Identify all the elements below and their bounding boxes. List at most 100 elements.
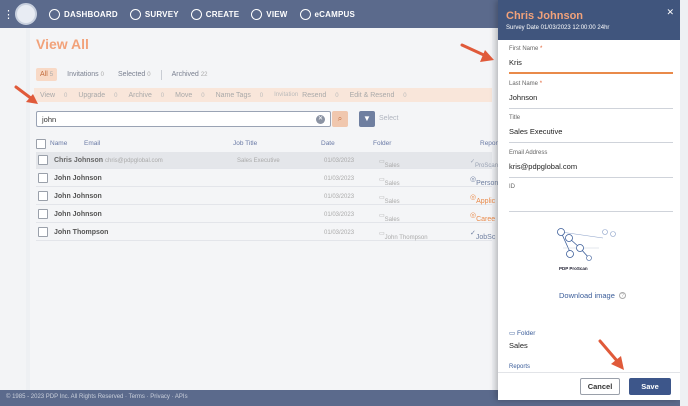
nav-dashboard[interactable]: DASHBOARD (49, 8, 118, 20)
filter-button[interactable]: ▼ (359, 111, 375, 127)
table-row[interactable]: John Johnson 01/03/2023 ▭ Sales ◎ Caree (36, 206, 495, 223)
clear-search-icon[interactable]: ✕ (316, 115, 325, 124)
tab-all-count: 5 (49, 72, 54, 78)
help-icon[interactable]: ? (619, 292, 626, 299)
folder-value[interactable]: Sales (509, 341, 528, 350)
header-date[interactable]: Date (321, 140, 335, 147)
row-checkbox[interactable] (38, 227, 48, 237)
action-edit-resend-label: Edit & Resend (349, 91, 395, 99)
action-move[interactable]: Move 0 (175, 92, 208, 99)
action-name-tags-label: Name Tags (215, 91, 251, 99)
row-report[interactable]: ◎ Applic (470, 193, 495, 205)
row-folder: ▭ Sales (379, 213, 400, 223)
nav-dashboard-label: DASHBOARD (64, 9, 118, 19)
header-folder[interactable]: Folder (373, 140, 391, 147)
select-all-checkbox[interactable] (36, 139, 46, 149)
row-email: chris@pdpglobal.com (105, 158, 163, 164)
cancel-button[interactable]: Cancel (580, 378, 620, 395)
row-report-name: JobSc (475, 234, 496, 241)
row-checkbox[interactable] (38, 155, 48, 165)
tab-all[interactable]: All 5 (36, 68, 58, 81)
row-name: Chris Johnson (54, 157, 104, 164)
menu-icon[interactable]: ⋮ (3, 8, 14, 21)
tab-invitations[interactable]: Invitations 0 (63, 68, 108, 81)
table-row[interactable]: John Thompson 01/03/2023 ▭ John Thompson… (36, 224, 495, 241)
nav-view[interactable]: VIEW (251, 8, 288, 20)
dashboard-icon (49, 8, 60, 20)
filter-tabs: All 5 Invitations 0 Selected 0 Archived 22 (36, 68, 218, 81)
action-edit-resend[interactable]: Edit & Resend 0 (350, 92, 411, 99)
window-edge (680, 0, 688, 406)
email-field: Email Address kris@pdpglobal.com (509, 150, 673, 178)
table-row[interactable]: Chris Johnson chris@pdpglobal.com Sales … (36, 152, 498, 169)
action-upgrade-label: Upgrade (78, 91, 106, 99)
annotation-arrow-save (598, 339, 624, 370)
first-name-input[interactable]: Kris (509, 58, 673, 74)
header-job-title[interactable]: Job Title (233, 140, 257, 147)
action-resend-count: 0 (335, 92, 339, 99)
action-invitation-label: Invitation (274, 92, 299, 98)
tab-archived[interactable]: Archived 22 (168, 68, 212, 81)
title-input[interactable]: Sales Executive (509, 127, 673, 143)
first-name-field: First Name * Kris (509, 46, 673, 74)
drawer-footer: Cancel Save (498, 372, 680, 400)
action-view-count: 0 (64, 92, 68, 99)
drawer-header: Chris Johnson Survey Date 01/03/2023 12:… (498, 0, 680, 40)
title-label: Title (509, 115, 521, 121)
nav-create-label: CREATE (205, 9, 240, 19)
row-checkbox[interactable] (38, 209, 48, 219)
action-archive[interactable]: Archive 0 (129, 92, 169, 99)
table-row[interactable]: John Johnson 01/03/2023 ▭ Sales ◎ Person (36, 170, 498, 187)
row-folder: ▭ John Thompson (379, 231, 428, 241)
row-report[interactable]: ✓ JobSc (470, 229, 495, 241)
save-button[interactable]: Save (629, 378, 671, 395)
header-email[interactable]: Email (84, 140, 100, 147)
row-folder: ▭ Sales (379, 159, 400, 169)
graduation-cap-icon (299, 8, 311, 20)
row-folder-name: Sales (384, 181, 400, 187)
tab-selected-label: Selected (118, 71, 146, 78)
last-name-input[interactable]: Johnson (509, 93, 673, 109)
download-image-link[interactable]: Download image (559, 291, 615, 300)
header-name[interactable]: Name (50, 140, 67, 147)
select-dropdown[interactable]: Select (379, 115, 398, 122)
app-logo[interactable] (15, 3, 37, 25)
tab-all-label: All (40, 71, 48, 78)
drawer-title: Chris Johnson (506, 10, 584, 22)
id-input[interactable] (509, 196, 673, 212)
close-icon[interactable]: ✕ (666, 7, 674, 18)
row-report[interactable]: ◎ Caree (470, 211, 495, 223)
tab-invitations-label: Invitations (67, 71, 99, 78)
row-folder-name: John Thompson (384, 235, 428, 241)
id-field: ID (509, 184, 673, 212)
header-report[interactable]: Report (480, 140, 500, 147)
action-upgrade[interactable]: Upgrade 0 (78, 92, 121, 99)
nav-survey[interactable]: SURVEY (129, 8, 179, 20)
row-report-name: ProScan (475, 163, 499, 169)
action-resend[interactable]: Resend 0 (302, 92, 342, 99)
nav-create[interactable]: CREATE (190, 8, 240, 20)
row-report[interactable]: ✓ ProScan (470, 158, 498, 169)
table-row[interactable]: John Johnson 01/03/2023 ▭ Sales ◎ Applic (36, 188, 495, 205)
action-name-tags[interactable]: Name Tags 0 (216, 92, 268, 99)
nav-view-label: VIEW (266, 9, 288, 19)
row-checkbox[interactable] (38, 191, 48, 201)
action-view[interactable]: View 0 (40, 92, 71, 99)
edit-respondent-drawer: Chris Johnson Survey Date 01/03/2023 12:… (498, 0, 680, 400)
required-marker: * (539, 81, 543, 87)
nav-ecampus[interactable]: eCAMPUS (299, 8, 356, 20)
row-name: John Johnson (54, 175, 102, 182)
required-marker: * (540, 46, 543, 52)
tab-selected[interactable]: Selected 0 (114, 68, 155, 81)
email-input[interactable]: kris@pdpglobal.com (509, 162, 673, 178)
row-name: John Thompson (54, 229, 109, 236)
row-report[interactable]: ◎ Person (470, 175, 498, 187)
app-window: ⋮ DASHBOARD SURVEY CREATE VIEW eCAMPUS V… (0, 0, 688, 406)
search-button[interactable]: ⌕ (332, 111, 348, 127)
row-report-name: Person (476, 180, 499, 187)
proscan-caption: PDP ProScan (559, 266, 588, 271)
row-date: 01/03/2023 (324, 194, 355, 200)
row-checkbox[interactable] (38, 173, 48, 183)
row-date: 01/03/2023 (324, 230, 355, 236)
search-input[interactable]: john (36, 111, 331, 127)
